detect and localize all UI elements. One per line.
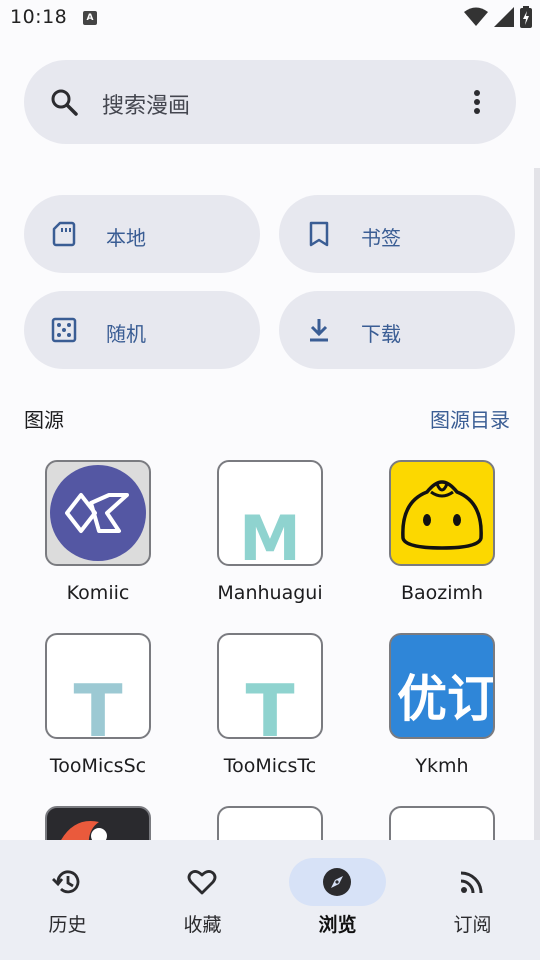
source-item[interactable] — [184, 806, 356, 840]
source-name: TooMicsSc — [49, 755, 147, 777]
history-icon — [52, 870, 80, 894]
source-name: Komiic — [66, 582, 130, 604]
bookmark-button[interactable]: 书签 — [279, 195, 515, 273]
source-logo — [389, 806, 495, 840]
source-item-toomicssc[interactable]: T TooMicsSc — [12, 633, 184, 777]
logo-letter: M — [239, 502, 301, 566]
logo-letter: T — [73, 669, 123, 739]
source-item-komiic[interactable]: Komiic — [12, 460, 184, 604]
source-grid: Komiic M Manhuagui Baozimh T TooMicsSc T — [0, 440, 534, 840]
komiic-logo — [45, 460, 151, 566]
nav-label: 浏览 — [318, 914, 357, 936]
source-item-toomicstc[interactable]: T TooMicsTc — [184, 633, 356, 777]
wifi-icon — [464, 7, 488, 26]
scrollbar[interactable] — [534, 168, 540, 840]
battery-icon — [520, 6, 532, 28]
source-catalog-link[interactable]: 图源目录 — [430, 404, 510, 433]
sources-title: 图源 — [24, 408, 64, 432]
logo-letter: T — [245, 669, 295, 739]
sd-card-icon — [52, 221, 76, 247]
status-time: 10:18 — [10, 6, 68, 28]
more-vert-icon[interactable] — [464, 88, 490, 116]
source-name: Baozimh — [400, 582, 484, 604]
download-label: 下载 — [361, 322, 401, 346]
nav-history[interactable]: 历史 — [0, 840, 135, 960]
download-button[interactable]: 下载 — [279, 291, 515, 369]
nav-label: 订阅 — [453, 914, 492, 936]
source-item-manhuagui[interactable]: M Manhuagui — [184, 460, 356, 604]
nav-label: 历史 — [48, 914, 87, 936]
source-item[interactable] — [12, 806, 184, 840]
notification-icon: A — [83, 11, 97, 25]
bottom-navigation: 历史 收藏 浏览 订阅 — [0, 840, 540, 960]
nav-browse[interactable]: 浏览 — [270, 840, 405, 960]
nav-label: 收藏 — [183, 914, 222, 936]
logo-text: 优订 — [397, 670, 495, 728]
manhuagui-logo: M — [217, 460, 323, 566]
ykmh-logo: 优订 — [389, 633, 495, 739]
bookmark-label: 书签 — [361, 226, 401, 250]
baozimh-logo — [389, 460, 495, 566]
search-icon — [51, 89, 78, 116]
source-name: TooMicsTc — [223, 755, 317, 777]
local-button[interactable]: 本地 — [24, 195, 260, 273]
nav-subscriptions[interactable]: 订阅 — [405, 840, 540, 960]
source-item-ykmh[interactable]: 优订 Ykmh — [356, 633, 528, 777]
dice-icon — [51, 317, 77, 343]
status-bar: 10:18 A — [0, 0, 540, 36]
source-logo — [217, 806, 323, 840]
source-name: Manhuagui — [217, 582, 323, 604]
status-icons — [464, 6, 532, 28]
random-label: 随机 — [106, 322, 146, 346]
search-input[interactable]: 搜索漫画 — [102, 88, 190, 120]
heart-icon — [187, 870, 217, 895]
bookmark-icon — [309, 221, 329, 247]
search-bar[interactable]: 搜索漫画 — [24, 60, 516, 144]
download-icon — [310, 319, 328, 342]
local-label: 本地 — [106, 226, 146, 250]
source-name: Ykmh — [415, 755, 469, 777]
source-item-baozimh[interactable]: Baozimh — [356, 460, 528, 604]
compass-icon — [323, 868, 351, 896]
source-item[interactable] — [356, 806, 528, 840]
signal-icon — [494, 7, 514, 27]
random-button[interactable]: 随机 — [24, 291, 260, 369]
toomicstc-logo: T — [217, 633, 323, 739]
toomicssc-logo: T — [45, 633, 151, 739]
nav-favorites[interactable]: 收藏 — [135, 840, 270, 960]
rss-icon — [460, 871, 483, 894]
source-logo — [45, 806, 151, 840]
